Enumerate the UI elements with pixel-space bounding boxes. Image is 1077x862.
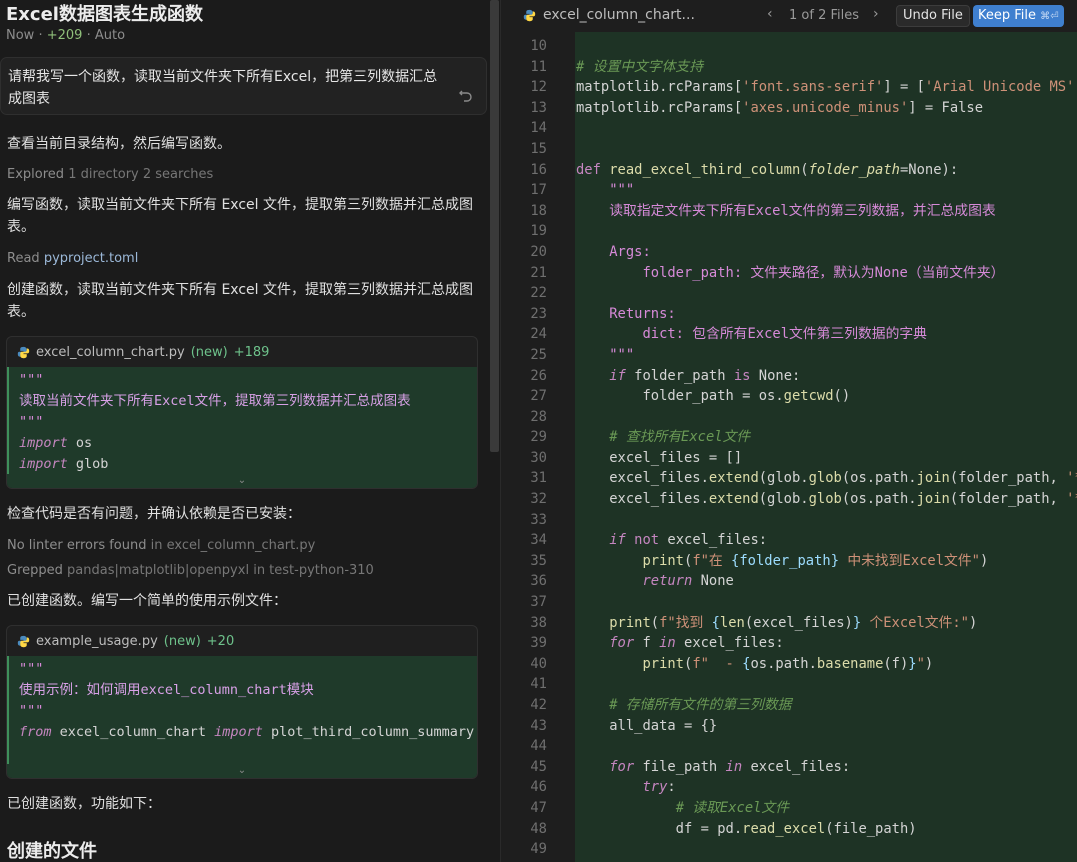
- chat-title: Excel数据图表生成函数: [6, 4, 203, 25]
- section-heading: 创建的文件: [7, 841, 97, 862]
- code-line[interactable]: 47 # 读取Excel文件: [501, 798, 1077, 819]
- card-lines-added: +189: [233, 344, 270, 360]
- code-line[interactable]: 33: [501, 510, 1077, 531]
- chat-panel: Excel数据图表生成函数 Now · +209 · Auto 请帮我写一个函数…: [0, 0, 488, 862]
- card-file-name: example_usage.py: [36, 633, 158, 649]
- code-line[interactable]: 35 print(f"在 {folder_path} 中未找到Excel文件"): [501, 551, 1077, 572]
- code-change-card[interactable]: example_usage.py (new) +20 """ 使用示例：如何调用…: [6, 625, 478, 779]
- code-line[interactable]: 43 all_data = {}: [501, 716, 1077, 737]
- next-file-chevron-icon[interactable]: ›: [873, 6, 879, 22]
- file-counter: 1 of 2 Files: [789, 8, 859, 23]
- python-icon: [523, 9, 536, 21]
- assistant-message: 检查代码是否有问题，并确认依赖是否已安装：: [7, 506, 301, 522]
- code-line[interactable]: 19: [501, 221, 1077, 242]
- meta-mode: Auto: [94, 28, 126, 43]
- expand-chevron-icon[interactable]: ⌄: [7, 474, 477, 488]
- editor-tab-bar: excel_column_chart... ‹ 1 of 2 Files › U…: [501, 0, 1077, 32]
- code-editor[interactable]: excel_column_chart... ‹ 1 of 2 Files › U…: [501, 0, 1077, 862]
- assistant-message: 已创建函数，功能如下：: [7, 796, 161, 812]
- step-explored[interactable]: Explored 1 directory 2 searches: [7, 167, 213, 182]
- assistant-message: 查看当前目录结构，然后编写函数。: [7, 136, 231, 152]
- read-file-link[interactable]: pyproject.toml: [44, 251, 139, 266]
- restore-checkpoint-icon[interactable]: [458, 88, 474, 104]
- code-line[interactable]: 17 """: [501, 180, 1077, 201]
- code-line[interactable]: 28: [501, 407, 1077, 428]
- step-grepped[interactable]: Grepped pandas|matplotlib|openpyxl in te…: [7, 563, 374, 578]
- code-line[interactable]: 15: [501, 139, 1077, 160]
- card-file-name: excel_column_chart.py: [36, 344, 185, 360]
- code-change-card[interactable]: excel_column_chart.py (new) +189 """ 读取当…: [6, 336, 478, 489]
- card-lines-added: +20: [206, 633, 235, 649]
- code-line[interactable]: 24 dict: 包含所有Excel文件第三列数据的字典: [501, 324, 1077, 345]
- code-line[interactable]: 18 读取指定文件夹下所有Excel文件的第三列数据，并汇总成图表: [501, 201, 1077, 222]
- chat-meta: Now · +209 · Auto: [6, 28, 126, 43]
- code-line[interactable]: 41: [501, 674, 1077, 695]
- code-line[interactable]: 30 excel_files = []: [501, 448, 1077, 469]
- code-preview: """ 使用示例：如何调用excel_column_chart模块 """ fr…: [7, 656, 477, 764]
- code-line[interactable]: 27 folder_path = os.getcwd(): [501, 386, 1077, 407]
- code-line[interactable]: 38 print(f"找到 {len(excel_files)} 个Excel文…: [501, 613, 1077, 634]
- keep-shortcut: ⌘⏎: [1040, 11, 1059, 22]
- code-line[interactable]: 49: [501, 839, 1077, 860]
- code-line[interactable]: 44: [501, 736, 1077, 757]
- code-line[interactable]: 29 # 查找所有Excel文件: [501, 427, 1077, 448]
- code-line[interactable]: 21 folder_path: 文件夹路径，默认为None（当前文件夹）: [501, 263, 1077, 284]
- code-line[interactable]: 14: [501, 118, 1077, 139]
- editor-tab[interactable]: excel_column_chart...: [523, 7, 695, 23]
- code-line[interactable]: 36 return None: [501, 571, 1077, 592]
- step-linter[interactable]: No linter errors found in excel_column_c…: [7, 538, 315, 553]
- code-line[interactable]: 42 # 存储所有文件的第三列数据: [501, 695, 1077, 716]
- python-icon: [17, 635, 30, 647]
- meta-time: Now: [6, 28, 35, 43]
- code-line[interactable]: 32 excel_files.extend(glob.glob(os.path.…: [501, 489, 1077, 510]
- user-message-bubble[interactable]: 请帮我写一个函数，读取当前文件夹下所有Excel，把第三列数据汇总成图表: [0, 57, 487, 115]
- card-status: (new): [163, 633, 201, 649]
- step-read[interactable]: Read pyproject.toml: [7, 251, 138, 266]
- code-line[interactable]: 12 matplotlib.rcParams['font.sans-serif']…: [501, 77, 1077, 98]
- keep-file-button[interactable]: Keep File ⌘⏎: [973, 5, 1064, 27]
- code-line[interactable]: 26 if folder_path is None:: [501, 366, 1077, 387]
- code-line[interactable]: 45 for file_path in excel_files:: [501, 757, 1077, 778]
- editor-tab-label: excel_column_chart...: [543, 7, 695, 23]
- card-header[interactable]: excel_column_chart.py (new) +189: [7, 337, 477, 367]
- code-line[interactable]: 46 try:: [501, 777, 1077, 798]
- undo-file-button[interactable]: Undo File: [896, 5, 970, 27]
- expand-chevron-icon[interactable]: ⌄: [7, 764, 477, 778]
- card-status: (new): [190, 344, 228, 360]
- code-line[interactable]: 16 def read_excel_third_column(folder_pat…: [501, 160, 1077, 181]
- code-line[interactable]: 25 """: [501, 345, 1077, 366]
- code-line[interactable]: 22: [501, 283, 1077, 304]
- code-line[interactable]: 48 df = pd.read_excel(file_path): [501, 819, 1077, 840]
- code-preview: """ 读取当前文件夹下所有Excel文件，提取第三列数据并汇总成图表 """ …: [7, 367, 477, 474]
- meta-lines-added: +209: [46, 28, 83, 43]
- assistant-message: 编写函数，读取当前文件夹下所有 Excel 文件，提取第三列数据并汇总成图表。: [7, 197, 473, 235]
- code-line[interactable]: 13 matplotlib.rcParams['axes.unicode_minu…: [501, 98, 1077, 119]
- code-line[interactable]: 39 for f in excel_files:: [501, 633, 1077, 654]
- user-message-text: 请帮我写一个函数，读取当前文件夹下所有Excel，把第三列数据汇总成图表: [8, 69, 438, 107]
- code-line[interactable]: 11 # 设置中文字体支持: [501, 57, 1077, 78]
- card-header[interactable]: example_usage.py (new) +20: [7, 626, 477, 656]
- code-line[interactable]: 34 if not excel_files:: [501, 530, 1077, 551]
- assistant-message: 创建函数，读取当前文件夹下所有 Excel 文件，提取第三列数据并汇总成图表。: [7, 282, 473, 320]
- assistant-message: 已创建函数。编写一个简单的使用示例文件：: [7, 593, 287, 609]
- code-line[interactable]: 37: [501, 592, 1077, 613]
- python-icon: [17, 346, 30, 358]
- code-line[interactable]: 31 excel_files.extend(glob.glob(os.path.…: [501, 468, 1077, 489]
- code-line[interactable]: 23 Returns:: [501, 304, 1077, 325]
- code-lines: 10 11 # 设置中文字体支持 12 matplotlib.rcParams['f…: [501, 36, 1077, 860]
- code-line[interactable]: 20 Args:: [501, 242, 1077, 263]
- code-line[interactable]: 10: [501, 36, 1077, 57]
- prev-file-chevron-icon[interactable]: ‹: [767, 6, 773, 22]
- chat-scrollbar-thumb[interactable]: [490, 0, 499, 452]
- code-line[interactable]: 40 print(f" - {os.path.basename(f)}"): [501, 654, 1077, 675]
